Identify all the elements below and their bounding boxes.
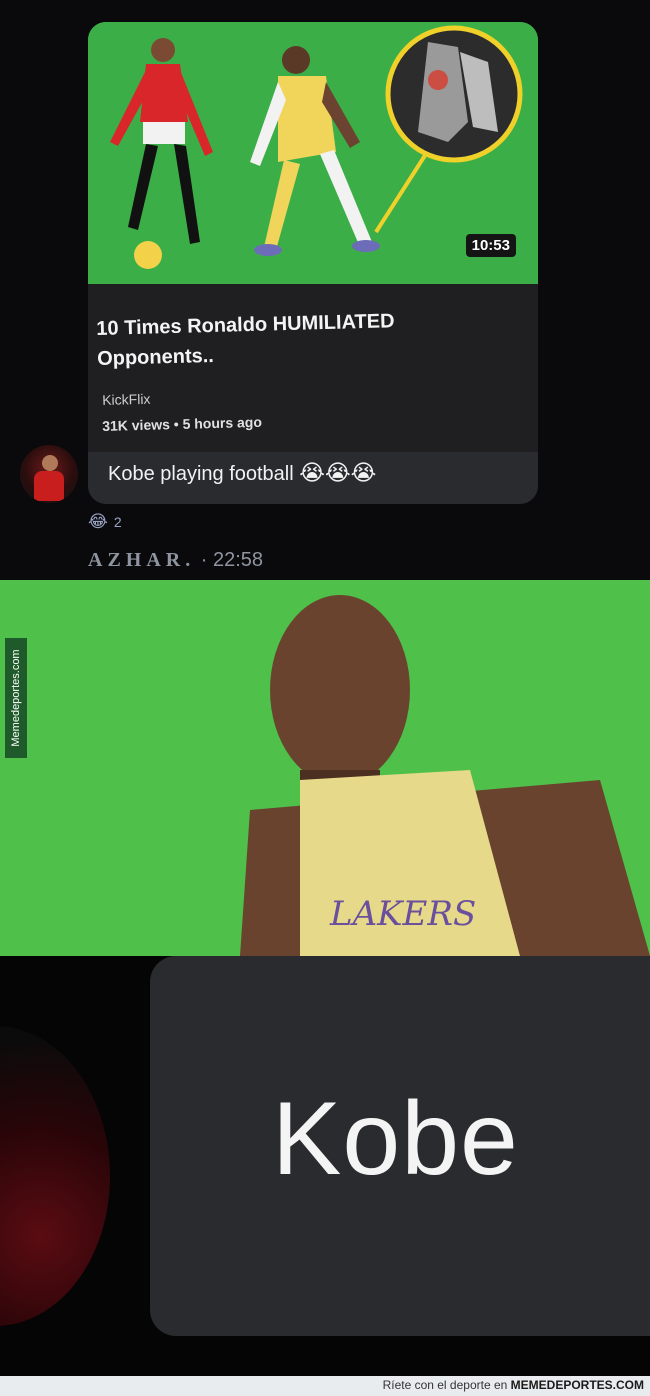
- sender-name: AZHAR.: [88, 549, 196, 571]
- zoomed-avatar-icon: [0, 1026, 110, 1326]
- channel-name[interactable]: KickFlix: [102, 391, 151, 408]
- zoomed-player-illustration: LAKERS: [0, 580, 650, 956]
- message-caption: Kobe playing football 😭😭😭: [108, 460, 376, 486]
- zoomed-player-panel: LAKERS: [0, 580, 650, 956]
- footer-bar: Ríete con el deporte en MEMEDEPORTES.COM: [0, 1376, 650, 1396]
- caption-text: Kobe playing football: [108, 463, 294, 485]
- crying-emoji-icon: 😭😭😭: [299, 460, 377, 485]
- avatar-icon[interactable]: [20, 445, 78, 503]
- reaction-badge[interactable]: 😂 2: [88, 512, 122, 532]
- avatar-head: [42, 455, 58, 471]
- video-info[interactable]: 10 Times Ronaldo HUMILIATED Opponents.. …: [88, 284, 538, 452]
- footer-prefix: Ríete con el deporte en: [382, 1378, 511, 1392]
- video-meta: 31K views • 5 hours ago: [102, 413, 263, 434]
- laughing-emoji-icon: 😂: [88, 512, 108, 531]
- svg-text:LAKERS: LAKERS: [329, 894, 476, 934]
- video-thumbnail[interactable]: 10:53: [88, 22, 538, 284]
- message-time: · 22:58: [195, 549, 264, 571]
- watermark-text: Memedeportes.com: [10, 649, 22, 747]
- zoomed-caption-text: Kobe: [272, 1081, 519, 1197]
- footer-brand[interactable]: MEMEDEPORTES.COM: [511, 1378, 644, 1392]
- reaction-count: 2: [113, 514, 122, 530]
- footer-credit[interactable]: Ríete con el deporte en MEMEDEPORTES.COM: [383, 1378, 644, 1392]
- video-title[interactable]: 10 Times Ronaldo HUMILIATED Opponents..: [96, 303, 517, 374]
- video-duration-badge: 10:53: [465, 234, 516, 257]
- sender-line: AZHAR. · 22:58: [88, 549, 263, 572]
- avatar-shirt: [34, 471, 64, 501]
- chat-screenshot-panel: 10:53 10 Times Ronaldo HUMILIATED Oppone…: [0, 0, 650, 580]
- watermark: Memedeportes.com: [5, 638, 27, 758]
- message-bubble[interactable]: 10:53 10 Times Ronaldo HUMILIATED Oppone…: [88, 22, 538, 504]
